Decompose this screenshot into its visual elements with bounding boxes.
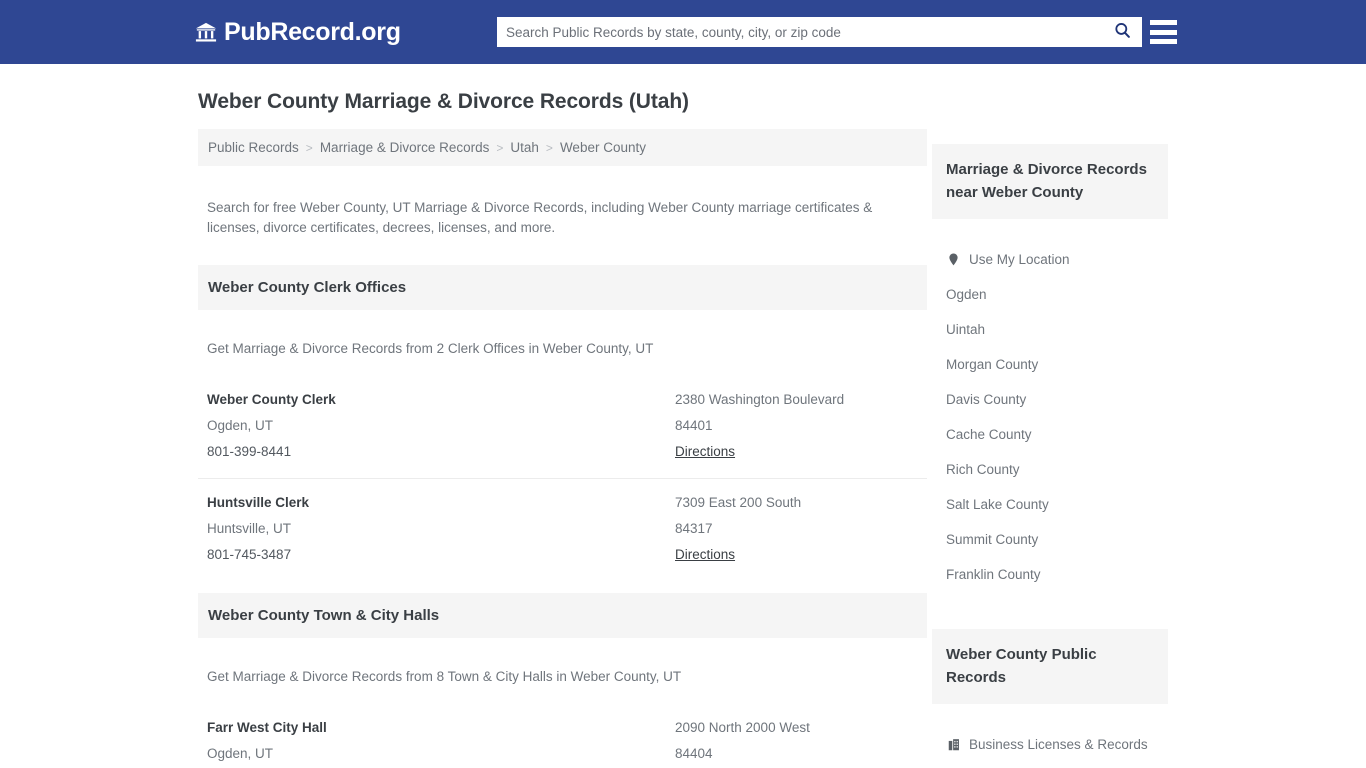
section-clerk-offices: Weber County Clerk Offices Get Marriage … bbox=[198, 265, 927, 581]
sidebar-item-cache-county[interactable]: Cache County bbox=[932, 417, 1168, 452]
sidebar-item-label: Salt Lake County bbox=[946, 497, 1049, 512]
sidebar-item-label: Rich County bbox=[946, 462, 1020, 477]
breadcrumb-item-marriage-divorce-records[interactable]: Marriage & Divorce Records bbox=[320, 140, 490, 155]
sidebar-item-label: Davis County bbox=[946, 392, 1027, 407]
sidebar-item-morgan-county[interactable]: Morgan County bbox=[932, 347, 1168, 382]
listing-city-state: Ogden, UT bbox=[207, 418, 274, 433]
breadcrumb-separator: > bbox=[305, 140, 313, 155]
sidebar-item-summit-county[interactable]: Summit County bbox=[932, 522, 1168, 557]
listing-right-column: 2380 Washington Boulevard 84401 Directio… bbox=[675, 387, 917, 465]
breadcrumb-separator: > bbox=[496, 140, 504, 155]
listing-row[interactable]: Farr West City Hall Ogden, UT 801-731-41… bbox=[198, 713, 927, 768]
listing-zip: 84401 bbox=[675, 418, 713, 433]
menu-bar-3 bbox=[1150, 39, 1177, 44]
listing-right-column: 2090 North 2000 West 84404 Directions bbox=[675, 715, 917, 768]
listing-name: Farr West City Hall bbox=[207, 720, 327, 736]
sidebar-item-label: Morgan County bbox=[946, 357, 1039, 372]
sidebar-item-use-my-location[interactable]: Use My Location bbox=[932, 242, 1168, 277]
search-button[interactable] bbox=[1102, 17, 1142, 47]
sidebar-item-label: Use My Location bbox=[969, 252, 1070, 267]
sidebar-item-label: Uintah bbox=[946, 322, 986, 337]
search-input[interactable] bbox=[497, 17, 1102, 47]
site-logo-text: PubRecord.org bbox=[224, 17, 401, 46]
listing-address: 7309 East 200 South bbox=[675, 495, 802, 510]
sidebar-item-business-licenses-records[interactable]: Business Licenses & Records bbox=[932, 727, 1168, 762]
section-subtitle: Get Marriage & Divorce Records from 8 To… bbox=[207, 668, 682, 684]
sidebar-item-label: Summit County bbox=[946, 532, 1039, 547]
listing-phone[interactable]: 801-399-8441 bbox=[207, 439, 675, 465]
sidebar-item-salt-lake-county[interactable]: Salt Lake County bbox=[932, 487, 1168, 522]
sidebar-block-public-records: Weber County Public Records Business Lic… bbox=[932, 629, 1168, 768]
main-column: Public Records > Marriage & Divorce Reco… bbox=[198, 129, 927, 768]
sidebar-item-label: Ogden bbox=[946, 287, 987, 302]
breadcrumb: Public Records > Marriage & Divorce Reco… bbox=[198, 129, 927, 166]
section-heading: Weber County Clerk Offices bbox=[198, 265, 927, 310]
sidebar-item-franklin-county[interactable]: Franklin County bbox=[932, 557, 1168, 592]
listing-left-column: Weber County Clerk Ogden, UT 801-399-844… bbox=[207, 387, 675, 465]
breadcrumb-item-weber-county[interactable]: Weber County bbox=[560, 140, 646, 155]
sidebar-item-uintah[interactable]: Uintah bbox=[932, 312, 1168, 347]
search-icon bbox=[1113, 21, 1132, 43]
page-title: Weber County Marriage & Divorce Records … bbox=[198, 90, 689, 113]
page-body: Weber County Marriage & Divorce Records … bbox=[0, 64, 1366, 768]
sidebar-item-court-records[interactable]: Court Records bbox=[932, 762, 1168, 768]
listing-city-state: Huntsville, UT bbox=[207, 521, 292, 536]
listing-name: Huntsville Clerk bbox=[207, 495, 310, 510]
content-container: Weber County Marriage & Divorce Records … bbox=[198, 64, 1168, 768]
sidebar-item-label: Business Licenses & Records bbox=[969, 737, 1148, 752]
briefcase-icon bbox=[946, 737, 961, 752]
breadcrumb-item-public-records[interactable]: Public Records bbox=[208, 140, 299, 155]
breadcrumb-separator: > bbox=[545, 140, 553, 155]
sidebar: Marriage & Divorce Records near Weber Co… bbox=[932, 129, 1168, 768]
listing-phone[interactable]: 801-745-3487 bbox=[207, 542, 675, 568]
sidebar-block-nearby: Marriage & Divorce Records near Weber Co… bbox=[932, 144, 1168, 592]
menu-bar-2 bbox=[1150, 29, 1177, 35]
listing-zip: 84404 bbox=[675, 746, 713, 762]
sidebar-item-davis-county[interactable]: Davis County bbox=[932, 382, 1168, 417]
listing-row[interactable]: Huntsville Clerk Huntsville, UT 801-745-… bbox=[198, 478, 927, 581]
hamburger-menu-icon[interactable] bbox=[1150, 18, 1177, 46]
site-logo[interactable]: PubRecord.org bbox=[195, 17, 401, 46]
sidebar-heading-nearby: Marriage & Divorce Records near Weber Co… bbox=[932, 144, 1168, 219]
section-town-city-halls: Weber County Town & City Halls Get Marri… bbox=[198, 593, 927, 768]
listing-directions-link[interactable]: Directions bbox=[675, 439, 735, 465]
listing-zip: 84317 bbox=[675, 521, 713, 536]
listing-address: 2090 North 2000 West bbox=[675, 720, 810, 736]
section-heading: Weber County Town & City Halls bbox=[198, 593, 927, 639]
two-column-layout: Public Records > Marriage & Divorce Reco… bbox=[198, 129, 1168, 768]
site-header: PubRecord.org bbox=[0, 0, 1366, 64]
map-pin-icon bbox=[946, 252, 961, 267]
listing-name: Weber County Clerk bbox=[207, 392, 336, 407]
listing-city-state: Ogden, UT bbox=[207, 746, 274, 762]
page-intro-text: Search for free Weber County, UT Marriag… bbox=[207, 199, 873, 235]
sidebar-nearby-list: Use My Location Ogden Uintah Morgan Coun… bbox=[932, 234, 1168, 592]
listing-left-column: Farr West City Hall Ogden, UT 801-731-41… bbox=[207, 715, 675, 768]
listing-address: 2380 Washington Boulevard bbox=[675, 392, 845, 407]
section-subtitle: Get Marriage & Divorce Records from 2 Cl… bbox=[207, 340, 654, 356]
search-bar bbox=[497, 17, 1142, 47]
menu-bar-1 bbox=[1150, 20, 1177, 25]
sidebar-item-label: Cache County bbox=[946, 427, 1032, 442]
listing-right-column: 7309 East 200 South 84317 Directions bbox=[675, 490, 917, 568]
sidebar-item-rich-county[interactable]: Rich County bbox=[932, 452, 1168, 487]
listing-directions-link[interactable]: Directions bbox=[675, 542, 735, 568]
sidebar-item-label: Franklin County bbox=[946, 567, 1041, 582]
sidebar-public-records-list: Business Licenses & Records bbox=[932, 719, 1168, 768]
bank-building-icon bbox=[195, 21, 217, 43]
sidebar-item-ogden[interactable]: Ogden bbox=[932, 277, 1168, 312]
listing-left-column: Huntsville Clerk Huntsville, UT 801-745-… bbox=[207, 490, 675, 568]
breadcrumb-item-utah[interactable]: Utah bbox=[510, 140, 539, 155]
sidebar-heading-public-records: Weber County Public Records bbox=[932, 629, 1168, 704]
listing-row[interactable]: Weber County Clerk Ogden, UT 801-399-844… bbox=[198, 385, 927, 478]
